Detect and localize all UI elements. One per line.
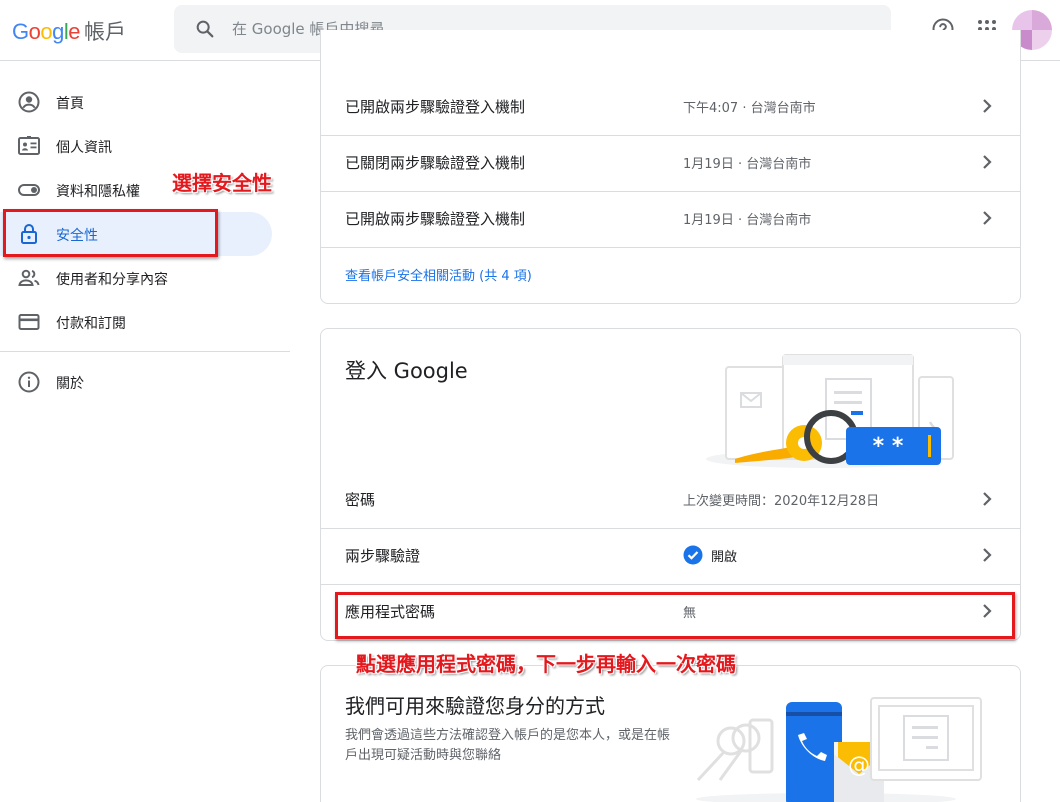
sidebar-divider	[0, 351, 290, 352]
password-row-label: 密碼	[345, 491, 376, 509]
two-step-row-label: 兩步驟驗證	[345, 547, 421, 565]
sidebar-item-label: 首頁	[56, 96, 84, 112]
chevron-right-icon	[983, 155, 992, 169]
logo-letter-g2: g	[52, 19, 64, 44]
security-activity-card: 已開啟兩步驟驗證登入機制 下午4:07 · 台灣台南市 已關閉兩步驟驗證登入機制…	[320, 30, 1021, 304]
activity-row-value: 1月19日 · 台灣台南市	[683, 213, 812, 228]
people-icon	[18, 269, 40, 286]
card-description: 我們會透過這些方法確認登入帳戶的是您本人，或是在帳戶出現可疑活動時與您聯絡	[345, 728, 671, 763]
sidebar-item-label: 個人資訊	[56, 140, 112, 156]
credit-card-icon	[18, 314, 40, 330]
chevron-right-icon	[983, 99, 992, 113]
logo-product-name: 帳戶	[84, 20, 127, 44]
verify-illustration: @	[696, 697, 982, 802]
view-security-activity-link[interactable]: 查看帳戶安全相關活動 (共 4 項)	[345, 265, 532, 284]
activity-row[interactable]: 已開啟兩步驟驗證登入機制 1月19日 · 台灣台南市	[321, 190, 1020, 246]
sidebar-item-payments[interactable]: 付款和訂閱	[0, 300, 272, 344]
two-step-verification-row[interactable]: 兩步驟驗證 開啟	[321, 527, 1020, 583]
search-icon[interactable]	[194, 18, 216, 40]
annotation-select-security: 選擇安全性	[172, 171, 272, 195]
signin-illustration: * *	[706, 354, 954, 468]
password-mask-text: * *	[873, 434, 904, 459]
activity-row[interactable]: 已開啟兩步驟驗證登入機制 下午4:07 · 台灣台南市	[321, 78, 1020, 134]
sidebar-item-personal-info[interactable]: 個人資訊	[0, 124, 272, 168]
sidebar-item-about[interactable]: 關於	[0, 360, 272, 404]
sidebar-item-label: 使用者和分享內容	[56, 272, 168, 288]
password-row-value: 上次變更時間：2020年12月28日	[683, 494, 880, 509]
sidebar-item-home[interactable]: 首頁	[0, 80, 272, 124]
verify-identity-card: 我們可用來驗證您身分的方式 我們會透過這些方法確認登入帳戶的是您本人，或是在帳戶…	[320, 665, 1021, 802]
toggle-icon	[18, 184, 40, 196]
annotation-box-security	[3, 209, 218, 257]
activity-row-label: 已關閉兩步驟驗證登入機制	[345, 154, 526, 172]
card-title: 我們可用來驗證您身分的方式	[345, 694, 605, 718]
account-circle-icon	[18, 91, 40, 113]
row-divider	[321, 247, 1020, 248]
sidebar-item-people-sharing[interactable]: 使用者和分享內容	[0, 256, 272, 300]
annotation-click-app-password: 點選應用程式密碼，下一步再輸入一次密碼	[356, 652, 736, 676]
activity-row-label: 已開啟兩步驟驗證登入機制	[345, 98, 526, 116]
info-icon	[18, 371, 40, 393]
activity-row[interactable]: 已關閉兩步驟驗證登入機制 1月19日 · 台灣台南市	[321, 134, 1020, 190]
sidebar-item-label: 關於	[56, 376, 84, 392]
annotation-box-app-passwords	[335, 592, 1015, 639]
chevron-right-icon	[983, 211, 992, 225]
id-card-icon	[18, 136, 40, 155]
logo-letter-g: G	[12, 19, 29, 44]
card-title: 登入 Google	[345, 359, 468, 383]
at-sign-glyph: @	[848, 753, 870, 778]
chevron-right-icon	[983, 492, 992, 506]
sidebar-item-label: 資料和隱私權	[56, 184, 140, 200]
logo-letter-o2: o	[40, 19, 53, 44]
google-wordmark: Google	[12, 19, 81, 45]
logo-letter-e: e	[68, 19, 81, 44]
activity-row-label: 已開啟兩步驟驗證登入機制	[345, 210, 526, 228]
chevron-right-icon	[983, 548, 992, 562]
sidebar-item-label: 付款和訂閱	[56, 316, 126, 332]
two-step-row-value: 開啟	[711, 550, 738, 565]
check-circle-icon	[683, 545, 703, 565]
password-row[interactable]: 密碼 上次變更時間：2020年12月28日	[321, 471, 1020, 527]
activity-row-value: 1月19日 · 台灣台南市	[683, 157, 812, 172]
google-account-logo[interactable]: Google 帳戶	[12, 16, 126, 44]
activity-row-value: 下午4:07 · 台灣台南市	[683, 101, 816, 116]
logo-letter-o1: o	[28, 19, 41, 44]
